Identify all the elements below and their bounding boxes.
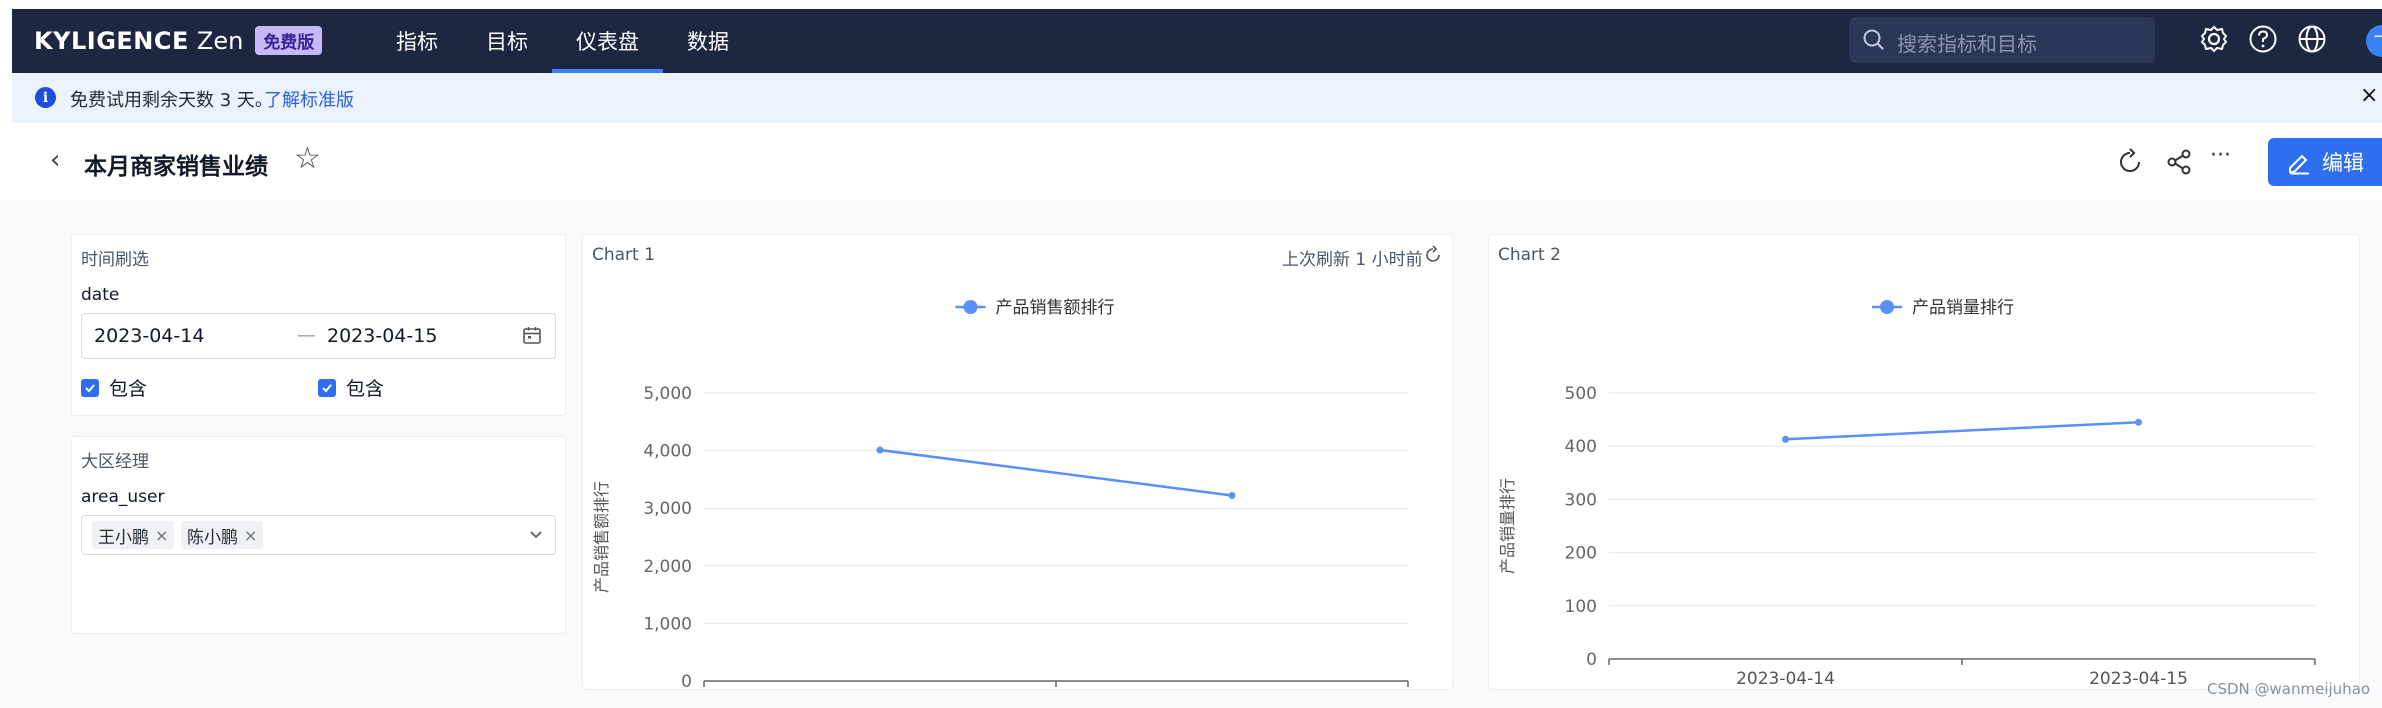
search-icon	[1862, 28, 1886, 56]
nav-data[interactable]: 数据	[663, 9, 753, 73]
logo-text: KYLIGENCE	[34, 26, 189, 55]
remove-tag-icon[interactable]: ×	[244, 526, 257, 545]
last-refresh-text: 上次刷新 1 小时前	[1282, 250, 1423, 270]
y-axis-label: 产品销售额排行	[592, 481, 611, 593]
share-icon[interactable]	[2164, 147, 2194, 181]
edit-button[interactable]: 编辑	[2268, 138, 2382, 186]
tag-label: 陈小鹏	[187, 527, 238, 548]
area-user-field-label: area_user	[81, 487, 165, 507]
date-start[interactable]: 2023-04-14	[94, 325, 204, 347]
y-tick-label: 2,000	[643, 557, 692, 577]
page-header: ‹ 本月商家销售业绩 ☆ ··· 编辑	[12, 123, 2382, 201]
close-icon[interactable]: ×	[2360, 83, 2378, 108]
y-tick-label: 100	[1565, 597, 1597, 617]
y-tick-label: 1,000	[643, 614, 692, 634]
tag-label: 王小鹏	[98, 527, 149, 548]
series-line	[879, 448, 1233, 497]
notice-text: 免费试用剩余天数 3 天。	[70, 90, 273, 111]
y-tick-label: 500	[1565, 384, 1597, 404]
globe-icon[interactable]	[2297, 24, 2327, 58]
manager-filter-title: 大区经理	[81, 452, 149, 472]
y-tick-label: 0	[1586, 650, 1597, 670]
refresh-icon[interactable]	[1423, 245, 1443, 269]
plan-badge: 免费版	[255, 26, 323, 55]
date-field-label: date	[81, 285, 120, 305]
nav-dashboards[interactable]: 仪表盘	[552, 9, 663, 73]
chart1-card: Chart 1 上次刷新 1 小时前 产品销售额排行 0 1,000 2,000 3,0…	[582, 234, 1453, 690]
y-tick-label: 400	[1565, 437, 1597, 457]
more-icon[interactable]: ···	[2210, 143, 2231, 168]
chart2-title: Chart 2	[1498, 245, 1561, 265]
learn-standard-link[interactable]: 了解标准版	[264, 86, 354, 112]
manager-filter-card: 大区经理 area_user 王小鹏 × 陈小鹏 ×	[71, 436, 566, 634]
search-box[interactable]: 搜索指标和目标	[1849, 17, 2155, 63]
avatar[interactable]: 飞	[2366, 25, 2382, 57]
date-separator: —	[297, 324, 316, 346]
help-icon[interactable]	[2248, 24, 2278, 58]
legend-label: 产品销量排行	[1912, 298, 2014, 318]
tag-chip: 王小鹏 ×	[92, 521, 175, 549]
edit-label: 编辑	[2322, 151, 2364, 175]
remove-tag-icon[interactable]: ×	[155, 526, 168, 545]
chevron-down-icon[interactable]	[528, 526, 544, 546]
chart2-plot: 产品销量排行 0 100 200 300 400 500 2023-04-14 2023-04-…	[1498, 298, 2316, 689]
dashboard-canvas: 时间刷选 date 2023-04-14 — 2023-04-15 包含 包含 …	[0, 200, 2382, 708]
legend-label: 产品销售额排行	[996, 298, 1115, 318]
calendar-icon[interactable]	[522, 325, 542, 350]
pencil-icon	[2289, 154, 2309, 175]
time-filter-card: 时间刷选 date 2023-04-14 — 2023-04-15 包含 包含	[71, 234, 566, 416]
legend-marker	[963, 300, 978, 314]
y-tick-label: 5,000	[643, 384, 692, 404]
chart1-plot: 产品销售额排行01,0002,0003,0004,0005,0002023-04…	[592, 298, 1409, 689]
y-tick-label: 200	[1565, 544, 1597, 564]
y-tick-label: 4,000	[643, 442, 692, 462]
x-tick-label: 2023-04-15	[2089, 669, 2188, 689]
logo-suffix: Zen	[196, 26, 244, 55]
search-placeholder: 搜索指标和目标	[1897, 32, 2037, 56]
area-user-select[interactable]: 王小鹏 × 陈小鹏 ×	[81, 515, 556, 555]
star-icon[interactable]: ☆	[294, 141, 321, 176]
checkbox-checked-icon	[318, 378, 336, 397]
top-strip	[0, 0, 2382, 9]
refresh-icon[interactable]	[2115, 147, 2145, 181]
nav-goals[interactable]: 目标	[462, 9, 552, 73]
info-icon: i	[35, 87, 56, 108]
time-filter-title: 时间刷选	[81, 250, 149, 270]
main-nav: 指标 目标 仪表盘 数据	[372, 9, 753, 73]
tag-chip: 陈小鹏 ×	[181, 521, 264, 549]
page-title: 本月商家销售业绩	[84, 154, 268, 180]
watermark: CSDN @wanmeijuhao	[2207, 680, 2371, 698]
y-tick-label: 0	[681, 672, 692, 689]
date-range-picker[interactable]: 2023-04-14 — 2023-04-15	[81, 313, 556, 359]
include-end-checkbox[interactable]: 包含	[318, 374, 384, 401]
data-point	[1228, 492, 1236, 500]
include-start-label: 包含	[109, 378, 148, 400]
include-start-checkbox[interactable]: 包含	[81, 374, 147, 401]
series-line	[1785, 421, 2139, 441]
top-navbar: KYLIGENCE Zen 免费版 指标 目标 仪表盘 数据 搜索指标和目标 飞	[12, 9, 2382, 73]
y-tick-label: 3,000	[643, 499, 692, 519]
data-point	[1782, 435, 1789, 443]
settings-icon[interactable]	[2199, 24, 2229, 58]
y-axis-label: 产品销量排行	[1498, 478, 1517, 574]
trial-notice: i 免费试用剩余天数 3 天。 了解标准版 ×	[12, 73, 2382, 123]
data-point	[876, 446, 884, 454]
chart1-title: Chart 1	[592, 245, 655, 265]
nav-metrics[interactable]: 指标	[372, 9, 462, 73]
legend-marker	[1880, 300, 1894, 314]
y-tick-label: 300	[1565, 490, 1597, 510]
data-point	[2135, 418, 2142, 426]
chart2-card: Chart 2 产品销量排行 0 100 200 300 400 500 2023-04-14…	[1488, 234, 2360, 690]
x-tick-label: 2023-04-14	[1736, 669, 1835, 689]
include-end-label: 包含	[346, 378, 385, 400]
app-logo[interactable]: KYLIGENCE Zen 免费版	[34, 26, 323, 55]
date-end[interactable]: 2023-04-15	[327, 325, 437, 347]
back-icon[interactable]: ‹	[50, 145, 60, 175]
checkbox-checked-icon	[81, 378, 99, 397]
